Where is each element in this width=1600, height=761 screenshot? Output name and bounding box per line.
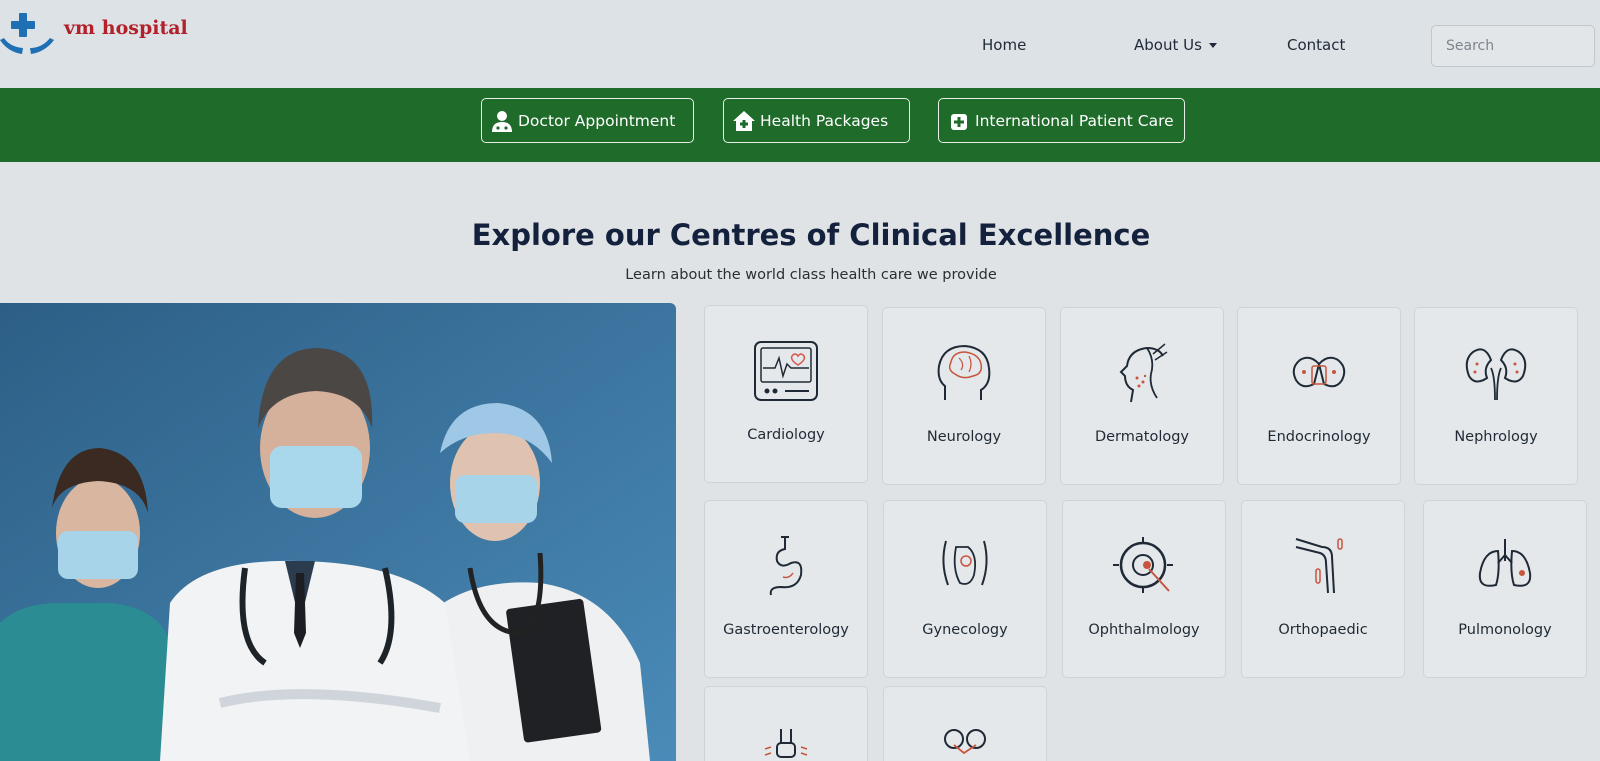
medical-staff-illustration (0, 303, 676, 761)
thyroid-icon (1292, 356, 1346, 388)
brand-name: vm hospital (64, 17, 188, 39)
medical-staff-photo (0, 303, 676, 761)
face-skin-icon (1119, 343, 1168, 403)
specialty-label: Gynecology (922, 622, 1008, 638)
specialty-label: Gastroenterology (723, 622, 849, 638)
top-navbar: vm hospital Home About Us Contact (0, 0, 1600, 88)
heart-monitor-icon (754, 341, 818, 401)
plus-square-icon (951, 113, 967, 130)
specialty-label: Orthopaedic (1278, 622, 1368, 638)
specialty-label: Cardiology (747, 427, 825, 443)
health-packages-button[interactable]: Health Packages (723, 98, 910, 143)
nav-about-us[interactable]: About Us (1134, 36, 1217, 54)
urology-icon (944, 729, 986, 755)
specialty-card-dermatology[interactable]: Dermatology (1060, 307, 1224, 485)
nav-contact[interactable]: Contact (1287, 36, 1345, 54)
eye-icon (1113, 537, 1173, 593)
quick-links-bar: Doctor Appointment Health Packages Inter… (0, 88, 1600, 162)
chevron-down-icon (1208, 43, 1217, 48)
brand-logo[interactable]: vm hospital (0, 10, 188, 60)
specialty-label: Neurology (926, 429, 1002, 445)
specialty-label: Nephrology (1454, 429, 1538, 445)
specialty-card-urology[interactable] (883, 686, 1047, 761)
house-plus-icon (733, 110, 755, 131)
specialty-label: Dermatology (1094, 429, 1190, 445)
international-patient-care-button[interactable]: International Patient Care (938, 98, 1185, 143)
uterus-baby-icon (942, 540, 988, 586)
nav-home[interactable]: Home (982, 36, 1026, 54)
search-input[interactable] (1431, 25, 1595, 67)
specialty-card-orthopaedic[interactable]: Orthopaedic (1241, 500, 1405, 678)
specialty-label: Ophthalmology (1088, 622, 1200, 638)
international-patient-care-label: International Patient Care (975, 111, 1174, 130)
specialty-card-gastroenterology[interactable]: Gastroenterology (704, 500, 868, 678)
lungs-icon (1478, 539, 1532, 587)
bone-joint-icon (1295, 538, 1343, 594)
doctor-appointment-button[interactable]: Doctor Appointment (481, 98, 694, 143)
specialty-card-cardiology[interactable]: Cardiology (704, 305, 868, 483)
stomach-icon (769, 536, 803, 596)
specialty-card-ophthalmology[interactable]: Ophthalmology (1062, 500, 1226, 678)
section-title: Explore our Centres of Clinical Excellen… (471, 218, 1151, 252)
kidneys-icon (1465, 348, 1527, 401)
hospital-cross-hands-icon (0, 13, 54, 54)
specialty-card-spine[interactable] (704, 686, 868, 761)
specialty-card-nephrology[interactable]: Nephrology (1414, 307, 1578, 485)
brain-head-icon (937, 344, 991, 400)
specialty-label: Endocrinology (1267, 429, 1371, 445)
specialty-card-pulmonology[interactable]: Pulmonology (1423, 500, 1587, 678)
specialty-card-endocrinology[interactable]: Endocrinology (1237, 307, 1401, 485)
doctor-appointment-label: Doctor Appointment (518, 111, 676, 130)
specialty-label: Pulmonology (1458, 622, 1552, 638)
spine-icon (764, 729, 808, 758)
specialty-card-gynecology[interactable]: Gynecology (883, 500, 1047, 678)
health-packages-label: Health Packages (760, 111, 889, 130)
specialty-card-neurology[interactable]: Neurology (882, 307, 1046, 485)
doctor-icon (492, 110, 512, 132)
section-subtitle: Learn about the world class health care … (625, 267, 997, 283)
nav-about-label: About Us (1134, 36, 1202, 54)
